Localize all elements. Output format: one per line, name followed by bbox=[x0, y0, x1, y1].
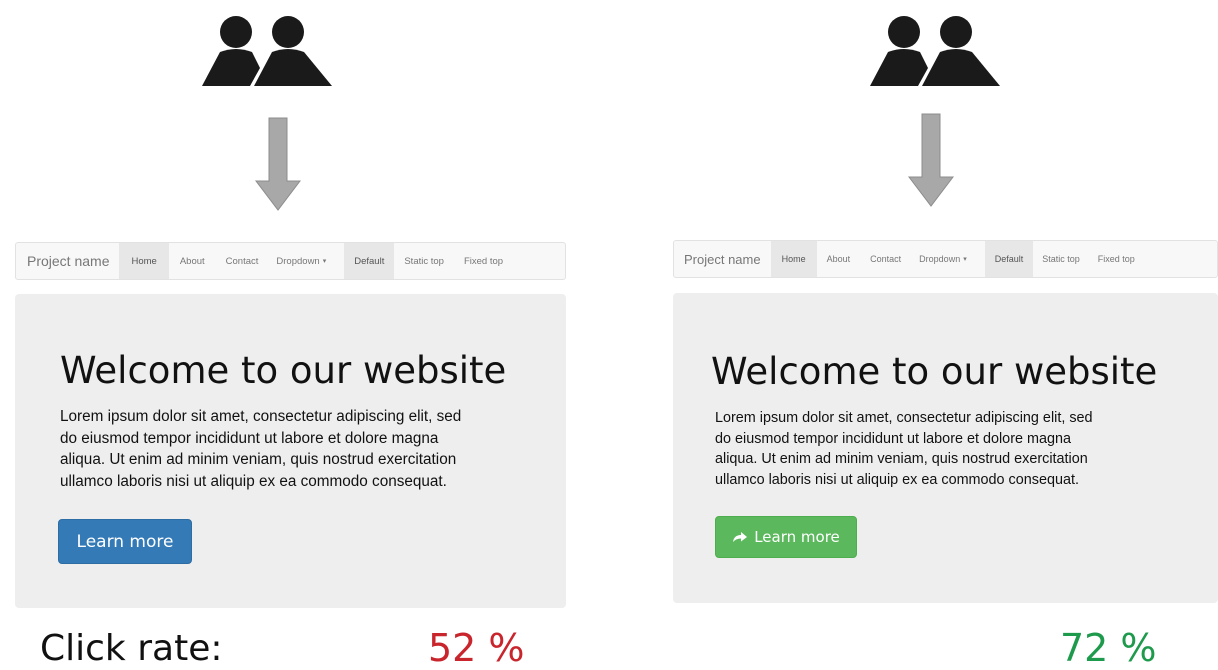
click-rate-label: Click rate: bbox=[40, 628, 223, 669]
nav-fixed-top[interactable]: Fixed top bbox=[454, 243, 513, 279]
text-line: aliqua. Ut enim ad minim veniam, quis no… bbox=[715, 451, 1088, 467]
jumbotron-title: Welcome to our website bbox=[711, 350, 1158, 393]
nav-static-top[interactable]: Static top bbox=[1033, 241, 1089, 277]
nav-contact-label: Contact bbox=[225, 255, 259, 267]
text-line: do eiusmod tempor incididunt ut labore e… bbox=[60, 429, 439, 447]
rate-a: 52 % bbox=[428, 626, 525, 670]
jumbotron-title: Welcome to our website bbox=[60, 349, 507, 392]
nav-about[interactable]: About bbox=[817, 241, 861, 277]
nav-fixed-top[interactable]: Fixed top bbox=[1089, 241, 1144, 277]
text-line: aliqua. Ut enim ad minim veniam, quis no… bbox=[60, 451, 457, 468]
jumbotron-text: Lorem ipsum dolor sit amet, consectetur … bbox=[715, 408, 1093, 490]
navbar-brand[interactable]: Project name bbox=[16, 243, 119, 279]
nav-default[interactable]: Default bbox=[344, 243, 395, 279]
arrow-down-icon bbox=[255, 117, 301, 211]
nav-contact-label: Contact bbox=[870, 254, 902, 264]
nav-home[interactable]: Home bbox=[119, 243, 169, 279]
jumbotron: Welcome to our website Lorem ipsum dolor… bbox=[673, 293, 1218, 603]
text-line: ullamco laboris nisi ut aliquip ex ea co… bbox=[715, 471, 1079, 488]
nav-dropdown-label: Dropdown bbox=[919, 254, 961, 264]
navbar-brand[interactable]: Project name bbox=[674, 241, 771, 277]
nav-default[interactable]: Default bbox=[984, 241, 1034, 277]
jumbotron-text: Lorem ipsum dolor sit amet, consectetur … bbox=[60, 406, 461, 492]
nav-static-top[interactable]: Static top bbox=[394, 243, 454, 279]
text-line: ullamco laboris nisi ut aliquip ex ea co… bbox=[60, 472, 447, 490]
rate-b: 72 % bbox=[1060, 626, 1157, 670]
nav-contact[interactable]: Contact bbox=[216, 243, 269, 279]
users-icon bbox=[202, 16, 332, 86]
nav-home[interactable]: Home bbox=[770, 241, 817, 277]
navbar: Project name Home About Contact Dropdown… bbox=[673, 240, 1218, 278]
nav-dropdown[interactable]: Dropdown ▾ bbox=[911, 241, 979, 277]
learn-more-button[interactable]: Learn more bbox=[58, 519, 192, 564]
learn-more-label: Learn more bbox=[76, 531, 174, 552]
nav-dropdown[interactable]: Dropdown ▾ bbox=[268, 243, 338, 279]
nav-contact[interactable]: Contact bbox=[860, 241, 911, 277]
nav-dropdown-label: Dropdown bbox=[276, 255, 320, 267]
navbar: Project name Home About Contact Dropdown… bbox=[15, 242, 566, 280]
text-line: Lorem ipsum dolor sit amet, consectetur … bbox=[60, 408, 462, 425]
text-line: do eiusmod tempor incididunt ut labore e… bbox=[715, 430, 1071, 447]
learn-more-label: Learn more bbox=[754, 528, 840, 546]
text-line: Lorem ipsum dolor sit amet, consectetur … bbox=[715, 410, 1093, 426]
jumbotron: Welcome to our website Lorem ipsum dolor… bbox=[15, 294, 566, 608]
nav-about[interactable]: About bbox=[169, 243, 216, 279]
variant-a: Project name Home About Contact Dropdown… bbox=[15, 242, 566, 608]
caret-down-icon: ▾ bbox=[322, 258, 327, 265]
learn-more-button[interactable]: Learn more bbox=[715, 516, 857, 558]
users-icon bbox=[870, 16, 1000, 86]
arrow-down-icon bbox=[908, 113, 954, 207]
arrow-right-icon bbox=[733, 532, 748, 542]
caret-down-icon: ▾ bbox=[963, 256, 967, 263]
variant-b: Project name Home About Contact Dropdown… bbox=[673, 240, 1218, 604]
